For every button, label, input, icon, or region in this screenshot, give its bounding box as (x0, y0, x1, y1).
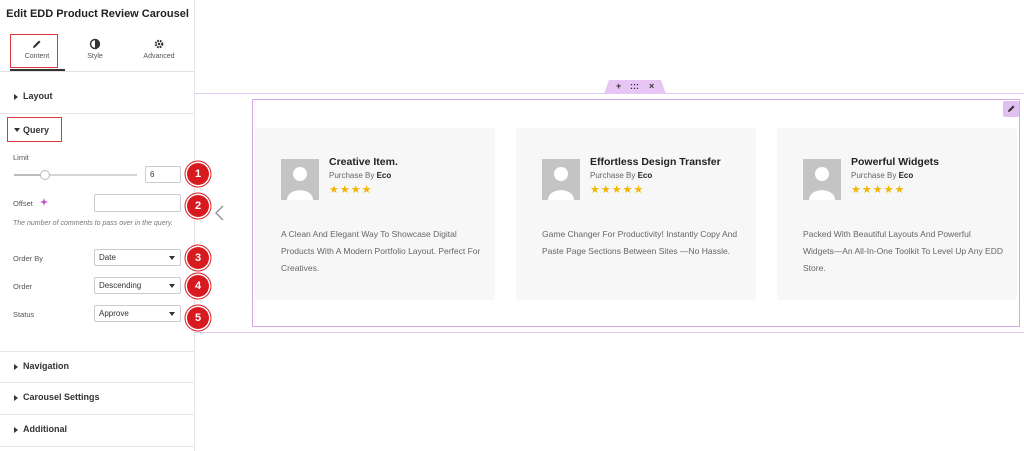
review-card: Effortless Design Transfer Purchase By E… (516, 128, 756, 300)
limit-slider-handle[interactable] (39, 170, 50, 180)
section-navigation[interactable]: Navigation (0, 351, 195, 383)
pencil-icon (1008, 105, 1015, 112)
status-value: Approve (99, 309, 129, 318)
card-title: Creative Item. (329, 156, 398, 168)
order-by-value: Date (99, 253, 116, 262)
section-additional-title: Additional (23, 424, 67, 434)
chevron-down-icon (169, 312, 175, 316)
section-bottom-border (195, 332, 1024, 333)
offset-input[interactable] (94, 194, 181, 212)
gear-icon (154, 39, 164, 49)
status-select[interactable]: Approve (94, 305, 181, 322)
tab-advanced[interactable]: Advanced (129, 32, 189, 70)
caret-right-icon (14, 94, 18, 100)
status-label: Status (13, 310, 35, 319)
annotation-badge: 4 (187, 275, 209, 297)
add-section-icon[interactable]: + (616, 81, 621, 91)
order-select[interactable]: Descending (94, 277, 181, 294)
editor-sidebar: Edit EDD Product Review Carousel Content… (0, 0, 195, 451)
caret-right-icon (14, 364, 18, 370)
card-description: A Clean And Elegant Way To Showcase Digi… (281, 229, 481, 273)
section-layout[interactable]: Layout (0, 82, 195, 114)
section-handle[interactable]: + ::: × (604, 80, 666, 94)
pencil-icon (33, 40, 41, 48)
avatar-placeholder (542, 159, 580, 200)
card-purchase-by: Purchase By Eco (329, 171, 392, 180)
star-rating: ★★★★★ (590, 184, 645, 196)
tab-content-label: Content (24, 53, 50, 60)
avatar-placeholder (281, 159, 319, 200)
review-card: Creative Item. Purchase By Eco ★★★★ A Cl… (255, 128, 495, 300)
card-purchase-by: Purchase By Eco (590, 171, 653, 180)
section-layout-title: Layout (23, 91, 53, 101)
caret-down-icon (14, 128, 20, 132)
section-carousel-settings[interactable]: Carousel Settings (0, 383, 195, 415)
star-rating: ★★★★★ (851, 184, 906, 196)
card-title: Effortless Design Transfer (590, 156, 721, 168)
card-description: Game Changer For Productivity! Instantly… (542, 229, 738, 256)
tab-advanced-label: Advanced (143, 53, 175, 60)
active-tab-underline (10, 69, 65, 71)
caret-right-icon (14, 427, 18, 433)
half-circle-icon (89, 38, 101, 50)
caret-right-icon (14, 395, 18, 401)
chevron-down-icon (169, 256, 175, 260)
annotation-badge: 2 (187, 195, 209, 217)
card-description: Packed With Beautiful Layouts And Powerf… (803, 229, 1003, 273)
annotation-badge: 5 (187, 307, 209, 329)
order-value: Descending (99, 281, 142, 290)
section-additional[interactable]: Additional (0, 415, 195, 447)
card-title: Powerful Widgets (851, 156, 939, 168)
tab-style[interactable]: Style (65, 32, 125, 70)
tab-content[interactable]: Content (7, 32, 67, 70)
review-card: Powerful Widgets Purchase By Eco ★★★★★ P… (777, 128, 1017, 300)
annotation-badge: 3 (187, 247, 209, 269)
panel-tabs: Content Style Advanced (0, 32, 195, 72)
sparkle-icon[interactable] (40, 198, 48, 206)
card-purchase-by: Purchase By Eco (851, 171, 914, 180)
chevron-down-icon (169, 284, 175, 288)
star-rating: ★★★★ (329, 184, 373, 196)
tab-style-label: Style (87, 53, 103, 60)
order-by-select[interactable]: Date (94, 249, 181, 266)
chevron-left-icon[interactable] (213, 204, 227, 222)
section-query-title[interactable]: Query (23, 125, 49, 135)
offset-help-text: The number of comments to pass over in t… (13, 220, 173, 227)
editor-root: Edit EDD Product Review Carousel Content… (0, 0, 1024, 451)
annotation-badge: 1 (187, 163, 209, 185)
drag-handle-icon[interactable]: ::: (630, 81, 639, 91)
avatar-placeholder (803, 159, 841, 200)
order-label: Order (13, 282, 33, 291)
delete-section-icon[interactable]: × (649, 81, 654, 91)
offset-label: Offset (13, 199, 33, 208)
limit-input[interactable]: 6 (145, 166, 181, 183)
edit-widget-button[interactable] (1003, 101, 1019, 117)
panel-title: Edit EDD Product Review Carousel (6, 8, 189, 20)
section-navigation-title: Navigation (23, 361, 70, 371)
order-by-label: Order By (13, 254, 44, 263)
section-carousel-settings-title: Carousel Settings (23, 392, 100, 402)
limit-label: Limit (13, 153, 29, 162)
